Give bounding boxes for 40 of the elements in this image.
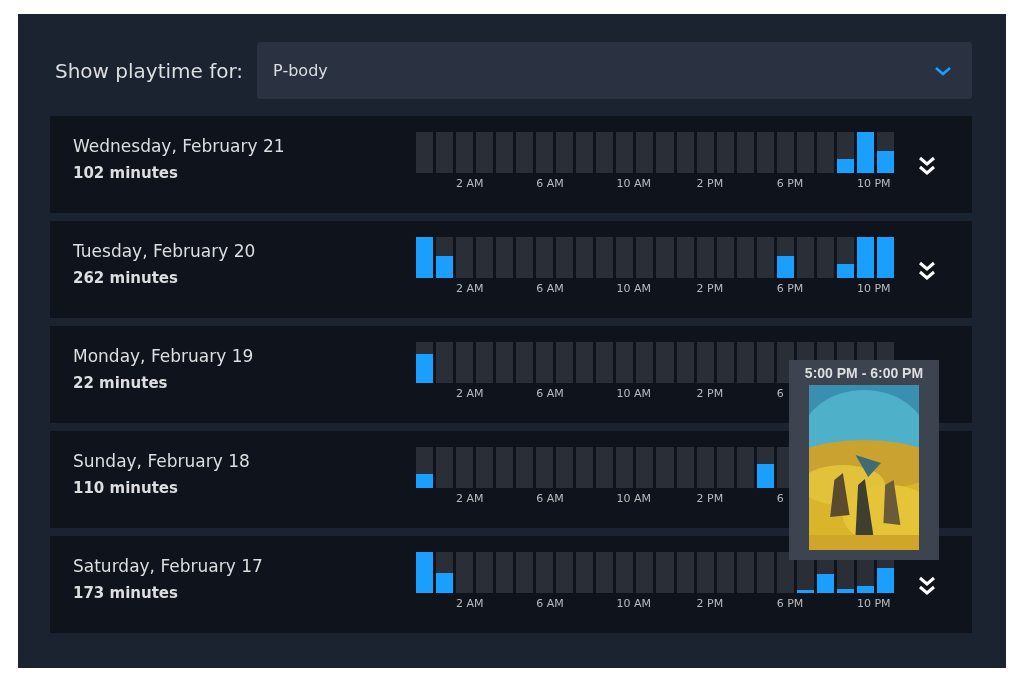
day-total: 22 minutes (73, 374, 169, 392)
time-axis-label: 2 PM (696, 597, 724, 610)
day-date: Sunday, February 18 (73, 451, 251, 471)
time-axis-label: 6 (776, 387, 784, 400)
time-axis-label: 2 AM (456, 387, 484, 400)
time-axis-label: 2 AM (456, 282, 484, 295)
time-axis-label: 10 PM (856, 282, 891, 295)
time-axis-label: 6 PM (776, 282, 804, 295)
time-axis-label: 10 AM (616, 492, 651, 505)
time-axis-label: 2 PM (696, 492, 724, 505)
day-total: 173 minutes (73, 584, 179, 602)
time-axis-label: 10 PM (856, 177, 891, 190)
day-total: 110 minutes (73, 479, 179, 497)
time-axis-label: 6 AM (536, 492, 564, 505)
time-axis-label: 6 PM (776, 177, 804, 190)
time-axis-label: 10 PM (856, 597, 891, 610)
time-axis-label: 6 AM (536, 282, 564, 295)
day-date: Wednesday, February 21 (73, 136, 286, 156)
time-axis-label: 6 PM (776, 597, 804, 610)
time-axis-label: 6 (776, 492, 784, 505)
time-axis-label: 2 AM (456, 492, 484, 505)
day-date: Monday, February 19 (73, 346, 255, 366)
time-axis-label: 2 AM (456, 597, 484, 610)
time-axis-label: 2 PM (696, 177, 724, 190)
day-total: 102 minutes (73, 164, 179, 182)
filter-label: Show playtime for: (55, 58, 244, 83)
time-axis-label: 10 AM (616, 597, 651, 610)
day-total: 262 minutes (73, 269, 179, 287)
time-axis-label: 2 PM (696, 282, 724, 295)
day-date: Saturday, February 17 (73, 556, 264, 576)
time-axis-label: 10 AM (616, 282, 651, 295)
time-axis-label: 2 PM (696, 387, 724, 400)
time-axis-label: 2 AM (456, 177, 484, 190)
time-axis-label: 10 AM (616, 387, 651, 400)
tooltip-time: 5:00 PM - 6:00 PM (804, 365, 924, 381)
time-axis-label: 6 AM (536, 387, 564, 400)
time-axis-label: 6 AM (536, 597, 564, 610)
time-axis-label: 6 AM (536, 177, 564, 190)
day-date: Tuesday, February 20 (73, 241, 257, 261)
time-axis-label: 10 AM (616, 177, 651, 190)
